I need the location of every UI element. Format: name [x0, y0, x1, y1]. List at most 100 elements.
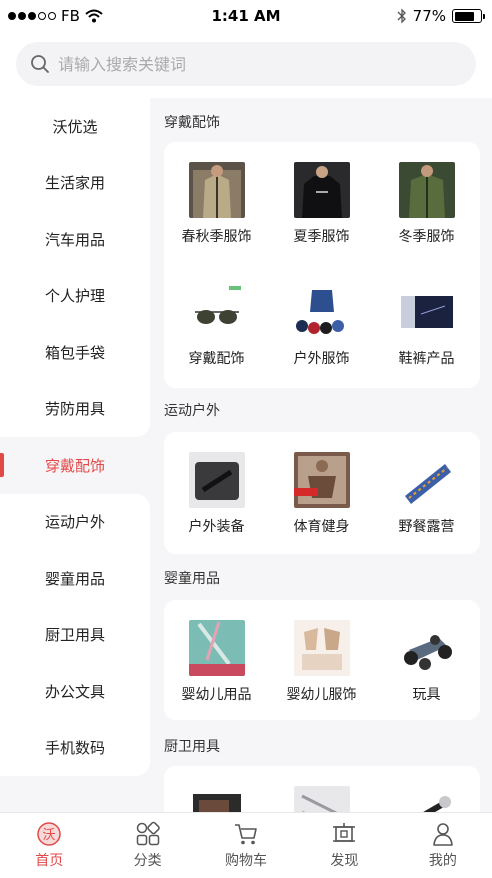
status-bar: FB 1:41 AM 77% — [0, 0, 492, 32]
sidebar-item-wo-youxuan[interactable]: 沃优选 — [0, 98, 150, 155]
product-item[interactable]: 玩具 — [374, 620, 479, 704]
section-title: 厨卫用具 — [164, 739, 220, 755]
tab-label: 分类 — [133, 853, 162, 869]
tab-label: 首页 — [35, 853, 64, 869]
product-item[interactable]: 冬季服饰 — [374, 162, 479, 246]
sidebar-item-digital[interactable]: 手机数码 — [0, 719, 150, 776]
sidebar-item-personal-care[interactable]: 个人护理 — [0, 267, 150, 324]
sidebar-item-label: 运动户外 — [44, 513, 105, 532]
product-label: 户外装备 — [188, 519, 245, 535]
battery-percent: 77% — [412, 7, 446, 25]
product-label: 鞋裤产品 — [398, 351, 455, 367]
product-label: 玩具 — [412, 687, 441, 703]
product-item[interactable]: 春秋季服饰 — [164, 162, 269, 246]
sidebar-item-label: 生活家用 — [44, 174, 105, 193]
tab-label: 我的 — [428, 853, 457, 869]
battery-level — [454, 11, 474, 21]
sidebar-item-label: 汽车用品 — [44, 230, 105, 249]
cart-icon — [235, 824, 257, 845]
product-item[interactable]: 户外服饰 — [269, 284, 374, 368]
product-label: 婴幼儿服饰 — [286, 687, 357, 703]
product-item[interactable]: 鞋裤产品 — [374, 284, 479, 368]
section-title: 穿戴配饰 — [164, 115, 220, 131]
tab-cart[interactable]: 购物车 — [197, 813, 295, 878]
profile-icon — [433, 823, 453, 846]
oven-image — [188, 786, 245, 812]
tshirt-image — [293, 162, 350, 218]
sidebar-item-label: 手机数码 — [44, 739, 105, 758]
fitness-image — [293, 452, 350, 508]
gear-case-image — [188, 452, 245, 508]
section-card: 婴幼儿用品 婴幼儿服饰 玩具 — [164, 600, 480, 720]
product-item[interactable]: 野餐露营 — [374, 452, 479, 536]
sidebar-item-baby[interactable]: 婴童用品 — [0, 550, 150, 607]
sidebar-item-label: 办公文具 — [44, 682, 105, 701]
home-icon: 沃 — [37, 822, 61, 846]
search-bar[interactable] — [16, 42, 476, 86]
product-label: 户外服饰 — [293, 351, 350, 367]
product-item[interactable]: 婴幼儿用品 — [164, 620, 269, 704]
sidebar-item-auto[interactable]: 汽车用品 — [0, 211, 150, 268]
sidebar-item-label: 箱包手袋 — [44, 343, 105, 362]
jacket-image — [188, 162, 245, 218]
coat-image — [398, 162, 455, 218]
discover-icon — [333, 823, 356, 842]
sunglasses-image — [188, 284, 245, 340]
sidebar-item-label: 穿戴配饰 — [44, 456, 105, 475]
section-card: 户外装备 体育健身 野餐露营 — [164, 432, 480, 554]
tab-profile[interactable]: 我的 — [394, 813, 492, 878]
tab-home[interactable]: 沃 首页 — [0, 813, 98, 878]
sidebar-item-office[interactable]: 办公文具 — [0, 663, 150, 720]
sidebar-item-bags[interactable]: 箱包手袋 — [0, 324, 150, 381]
product-item[interactable] — [164, 786, 269, 812]
product-item[interactable]: 体育健身 — [269, 452, 374, 536]
section-title: 婴童用品 — [164, 571, 220, 587]
search-icon — [31, 55, 49, 73]
bottom-tab-bar: 沃 首页 分类 购物车 发现 我的 — [0, 812, 492, 878]
baby-goods-image — [188, 620, 245, 676]
tab-category[interactable]: 分类 — [98, 813, 196, 878]
sidebar-item-label: 婴童用品 — [44, 569, 105, 588]
product-label: 野餐露营 — [398, 519, 455, 535]
shoebox-image — [398, 284, 455, 340]
shelf-image — [293, 786, 350, 812]
product-label: 穿戴配饰 — [188, 351, 245, 367]
product-item[interactable] — [269, 786, 374, 812]
sidebar-item-home-living[interactable]: 生活家用 — [0, 154, 150, 211]
section-title: 运动户外 — [164, 403, 220, 419]
sidebar-item-label: 劳防用具 — [44, 400, 105, 419]
baby-clothes-image — [293, 620, 350, 676]
svg-text:沃: 沃 — [43, 828, 56, 843]
product-item[interactable] — [374, 786, 479, 812]
sidebar-item-kitchen-bath[interactable]: 厨卫用具 — [0, 606, 150, 663]
sidebar-item-accessories[interactable]: 穿戴配饰 — [0, 437, 150, 494]
hoodies-image — [293, 284, 350, 340]
product-label: 春秋季服饰 — [181, 229, 252, 245]
product-item[interactable]: 户外装备 — [164, 452, 269, 536]
search-input[interactable] — [58, 54, 438, 74]
sidebar-item-label: 厨卫用具 — [44, 626, 105, 645]
category-sidebar: 沃优选 生活家用 汽车用品 个人护理 箱包手袋 劳防用具 穿戴配饰 运动户外 婴… — [0, 98, 150, 776]
product-item[interactable]: 婴幼儿服饰 — [269, 620, 374, 704]
sidebar-item-sports[interactable]: 运动户外 — [0, 493, 150, 550]
kitchen-tool-image — [398, 786, 455, 812]
tab-label: 购物车 — [225, 853, 268, 869]
category-icon — [136, 821, 160, 846]
product-label: 体育健身 — [293, 519, 350, 535]
tab-discover[interactable]: 发现 — [295, 813, 393, 878]
sidebar-item-safety[interactable]: 劳防用具 — [0, 380, 150, 437]
product-label: 夏季服饰 — [293, 229, 350, 245]
product-label: 婴幼儿用品 — [181, 687, 252, 703]
section-card — [164, 766, 480, 812]
category-content: 穿戴配饰 春秋季服饰 夏季服饰 冬季服饰 穿戴配饰 户外服饰 鞋裤产品 运动户外… — [150, 98, 492, 812]
sidebar-item-label: 个人护理 — [44, 287, 105, 306]
bluetooth-icon — [397, 8, 406, 24]
product-item[interactable]: 夏季服饰 — [269, 162, 374, 246]
picnic-mat-image — [398, 452, 455, 508]
section-card: 春秋季服饰 夏季服饰 冬季服饰 穿戴配饰 户外服饰 鞋裤产品 — [164, 142, 480, 388]
product-label: 冬季服饰 — [398, 229, 455, 245]
product-item[interactable]: 穿戴配饰 — [164, 284, 269, 368]
tab-label: 发现 — [330, 853, 359, 869]
rc-car-image — [398, 620, 455, 676]
battery-icon — [452, 9, 485, 23]
